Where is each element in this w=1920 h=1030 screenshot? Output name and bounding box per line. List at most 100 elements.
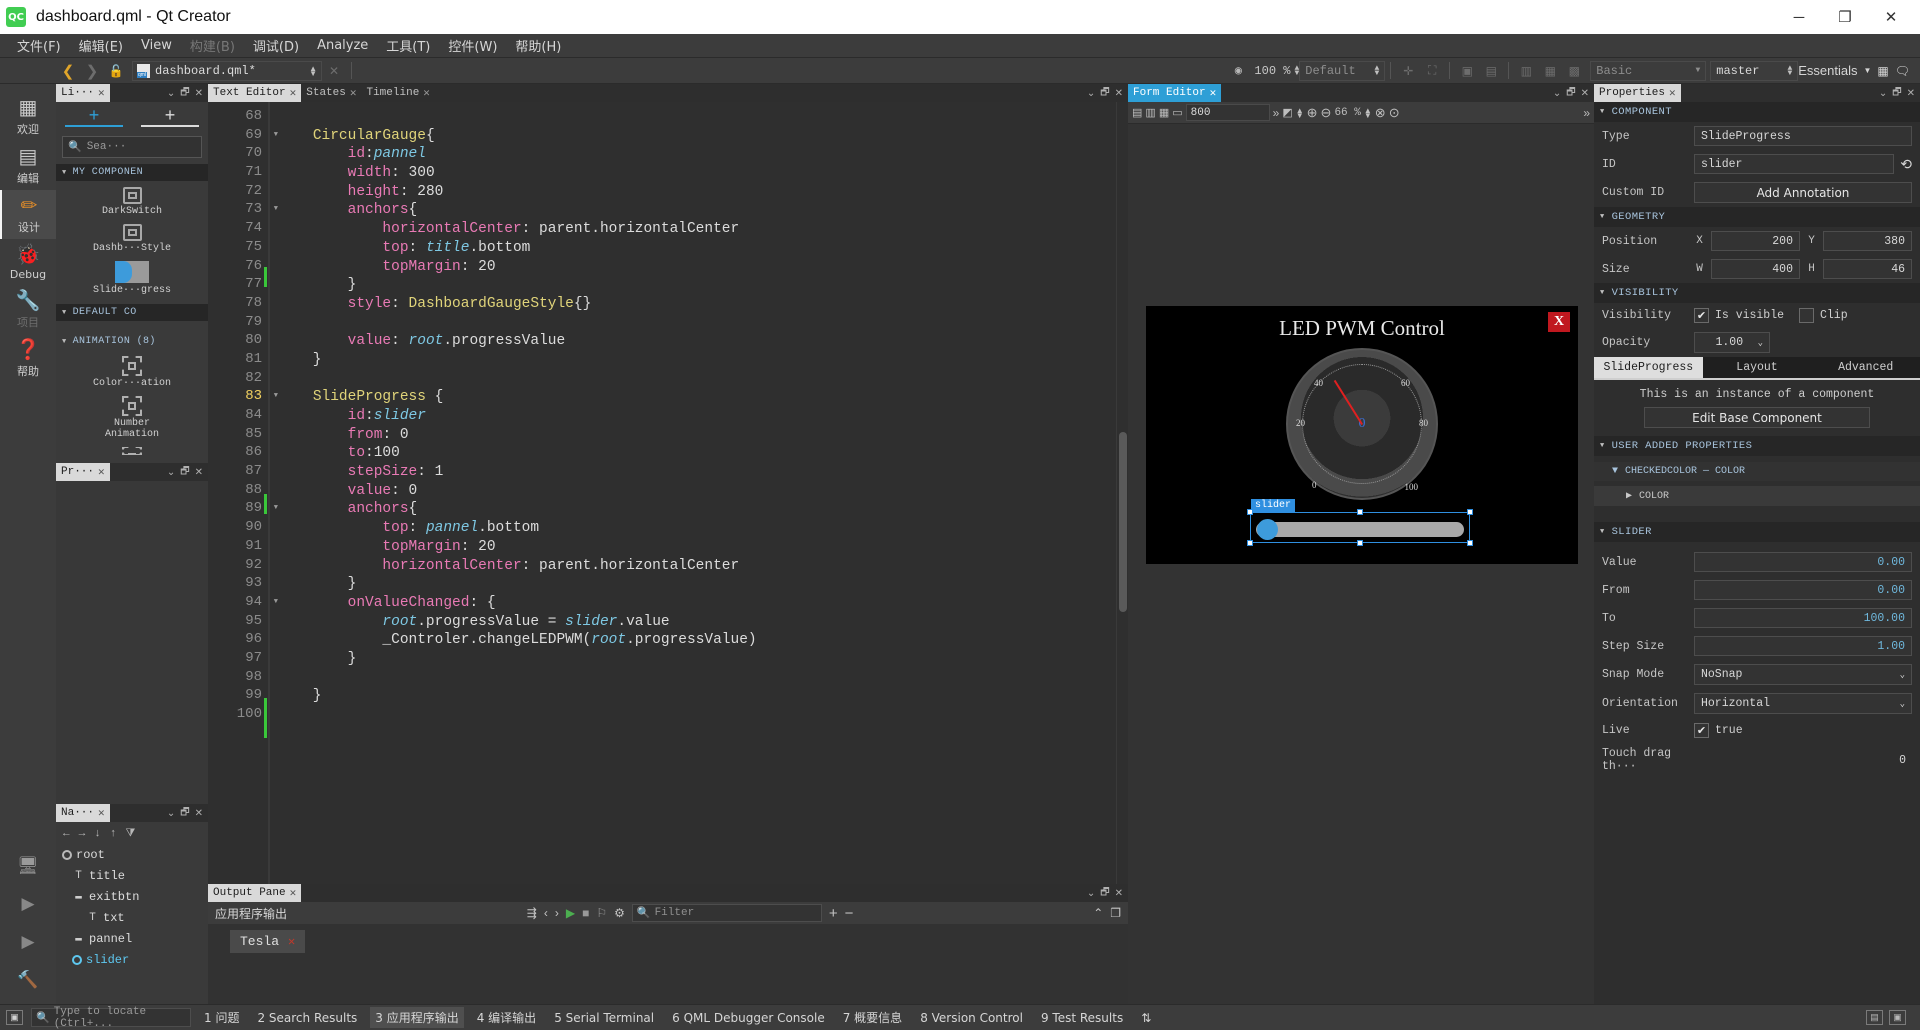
- slider-orientation-select[interactable]: Horizontal ⌄: [1694, 693, 1912, 714]
- toggle-sidebar-icon[interactable]: ▣: [6, 1010, 23, 1025]
- is-visible-checkbox[interactable]: ✔: [1694, 308, 1709, 323]
- snapping-icon[interactable]: ▣: [1457, 61, 1477, 81]
- library-section-default-components[interactable]: ▼ DEFAULT CO: [56, 304, 208, 321]
- comments-icon[interactable]: 🗨: [1895, 64, 1910, 78]
- dock-float-icon[interactable]: 🗗: [180, 464, 189, 481]
- menu-help[interactable]: 帮助(H): [506, 34, 570, 57]
- slider-knob[interactable]: [1257, 519, 1278, 540]
- branch-combo-spinner-icon[interactable]: ▲ ▼: [1787, 64, 1792, 77]
- align-right-icon[interactable]: ▦: [1159, 106, 1169, 119]
- properties-tab-close-icon[interactable]: ✕: [1669, 86, 1676, 100]
- branch-combo[interactable]: master ▲ ▼: [1710, 60, 1799, 81]
- status-item-compile-output[interactable]: 4 编译输出: [472, 1007, 541, 1028]
- file-combo-spinner-icon[interactable]: ▲ ▼: [309, 64, 317, 77]
- component-slideprogress[interactable]: Slide···gress: [56, 261, 208, 296]
- output-toggle-icon[interactable]: ▣: [1889, 1010, 1906, 1025]
- code-line[interactable]: id:pannel: [270, 145, 1116, 164]
- minimize-button[interactable]: ─: [1776, 0, 1822, 34]
- tab-layout[interactable]: Layout: [1702, 357, 1812, 378]
- open-file-combo[interactable]: dashboard.qml* ▲▼: [132, 60, 322, 81]
- library-tab[interactable]: Li··· ✕: [56, 84, 110, 102]
- layout-lock-icon[interactable]: ▦: [1877, 64, 1888, 78]
- word-wrap-icon[interactable]: ⇶: [527, 906, 537, 920]
- status-item-search-results[interactable]: 2 Search Results: [252, 1009, 362, 1027]
- component-color-animation[interactable]: Color···ation: [56, 356, 208, 389]
- navigate-forward-icon[interactable]: ❯: [82, 61, 102, 81]
- resize-canvas-icon[interactable]: ▭: [1172, 106, 1182, 119]
- slider-stepsize-input[interactable]: 1.00: [1694, 636, 1912, 656]
- toolbar-overflow-icon[interactable]: »: [1583, 106, 1590, 120]
- tab-states-close-icon[interactable]: ✕: [350, 86, 357, 100]
- navigator-item-slider[interactable]: slider: [56, 949, 208, 970]
- tab-slideprogress[interactable]: SlideProgress: [1594, 357, 1703, 378]
- run-config-tab[interactable]: Tesla ✕: [230, 930, 306, 953]
- section-component[interactable]: ▼ COMPONENT: [1594, 102, 1920, 122]
- code-editor[interactable]: 68 69 ▼ 70 71 72 73 ▼ 74 75 76 77 78 79 80 81 82 83 ▼ 84 85 8…: [208, 102, 1128, 884]
- size-w-input[interactable]: 400: [1711, 259, 1800, 279]
- run-config-close-icon[interactable]: ✕: [288, 934, 295, 949]
- dock-close-icon[interactable]: ✕: [195, 467, 203, 478]
- navigate-back-icon[interactable]: ❮: [58, 61, 78, 81]
- navigator-item-pannel[interactable]: ▬ pannel: [56, 928, 208, 949]
- status-more-icon[interactable]: ⇅: [1136, 1009, 1156, 1027]
- run-app-icon[interactable]: ▶: [566, 906, 575, 920]
- code-line[interactable]: stepSize: 1: [270, 463, 1116, 482]
- dock-menu-icon[interactable]: ⌄: [167, 467, 175, 478]
- code-line[interactable]: [270, 314, 1116, 333]
- target-selector-icon[interactable]: 🖥: [17, 856, 39, 876]
- dock-float-icon[interactable]: 🗗: [1100, 85, 1109, 102]
- mode-edit[interactable]: ▤ 编辑: [0, 141, 56, 190]
- code-line[interactable]: _Controler.changeLEDPWM(root.progressVal…: [270, 631, 1116, 650]
- code-line[interactable]: style: DashboardGaugeStyle{}: [270, 295, 1116, 314]
- exit-button[interactable]: X: [1548, 312, 1570, 332]
- component-darkswitch[interactable]: DarkSwitch: [56, 187, 208, 217]
- dock-float-icon[interactable]: 🗗: [1100, 885, 1109, 902]
- navigator-item-txt[interactable]: T txt: [56, 907, 208, 928]
- component-number-animation[interactable]: Number Animation: [56, 396, 208, 440]
- code-line[interactable]: [270, 669, 1116, 688]
- slider-live-checkbox[interactable]: ✔: [1694, 723, 1709, 738]
- menu-analyze[interactable]: Analyze: [308, 36, 377, 55]
- slider-value-input[interactable]: 0.00: [1694, 552, 1912, 572]
- style-combo-spinner-icon[interactable]: ▲ ▼: [1374, 64, 1379, 77]
- code-line[interactable]: top: title.bottom: [270, 239, 1116, 258]
- resize-handle-br[interactable]: [1467, 540, 1473, 546]
- row-layout-icon[interactable]: ▦: [1540, 61, 1560, 81]
- code-line[interactable]: }: [270, 575, 1116, 594]
- dock-close-icon[interactable]: ✕: [195, 808, 203, 819]
- dock-menu-icon[interactable]: ⌄: [1087, 888, 1095, 899]
- output-pane-tab-close-icon[interactable]: ✕: [290, 886, 297, 900]
- opacity-input[interactable]: 1.00 ⌄: [1694, 332, 1770, 353]
- maximize-button[interactable]: ❐: [1822, 0, 1868, 34]
- form-editor-canvas[interactable]: LED PWM Control X 40 60 20 80 0 100 0: [1128, 124, 1594, 1004]
- position-y-input[interactable]: 380: [1823, 231, 1912, 251]
- tab-advanced[interactable]: Advanced: [1811, 357, 1920, 378]
- slider-from-input[interactable]: 0.00: [1694, 580, 1912, 600]
- status-item-test-results[interactable]: 9 Test Results: [1036, 1009, 1128, 1027]
- code-line[interactable]: value: root.progressValue: [270, 332, 1116, 351]
- align-center-icon[interactable]: ▥: [1145, 106, 1155, 119]
- dock-float-icon[interactable]: 🗗: [180, 805, 189, 822]
- background-color-icon[interactable]: ◩: [1282, 106, 1292, 119]
- fit-selection-icon[interactable]: ⛶: [1422, 61, 1442, 81]
- edit-base-component-button[interactable]: Edit Base Component: [1644, 407, 1870, 428]
- code-line[interactable]: }: [270, 351, 1116, 370]
- next-item-icon[interactable]: ›: [555, 906, 559, 920]
- theme-combo[interactable]: Basic ▼: [1590, 60, 1707, 81]
- dock-close-icon[interactable]: ✕: [1115, 888, 1123, 899]
- menu-edit[interactable]: 编辑(E): [70, 34, 132, 57]
- clip-checkbox[interactable]: [1799, 308, 1814, 323]
- code-line[interactable]: id:slider: [270, 407, 1116, 426]
- zoom-out-icon[interactable]: −: [845, 905, 854, 922]
- code-content[interactable]: CircularGauge{ id:pannel width: 300 heig…: [270, 102, 1116, 884]
- close-file-icon[interactable]: ✕: [324, 61, 344, 81]
- resize-handle-bl[interactable]: [1247, 540, 1253, 546]
- navigator-item-title[interactable]: T title: [56, 865, 208, 886]
- fold-toggle-icon[interactable]: ▼: [274, 205, 278, 213]
- left-properties-tab-close-icon[interactable]: ✕: [98, 465, 105, 479]
- menu-debug[interactable]: 调试(D): [244, 34, 308, 57]
- code-line[interactable]: }: [270, 276, 1116, 295]
- close-button[interactable]: ✕: [1868, 0, 1914, 34]
- slider-to-input[interactable]: 100.00: [1694, 608, 1912, 628]
- mode-design[interactable]: ✏ 设计: [0, 190, 56, 239]
